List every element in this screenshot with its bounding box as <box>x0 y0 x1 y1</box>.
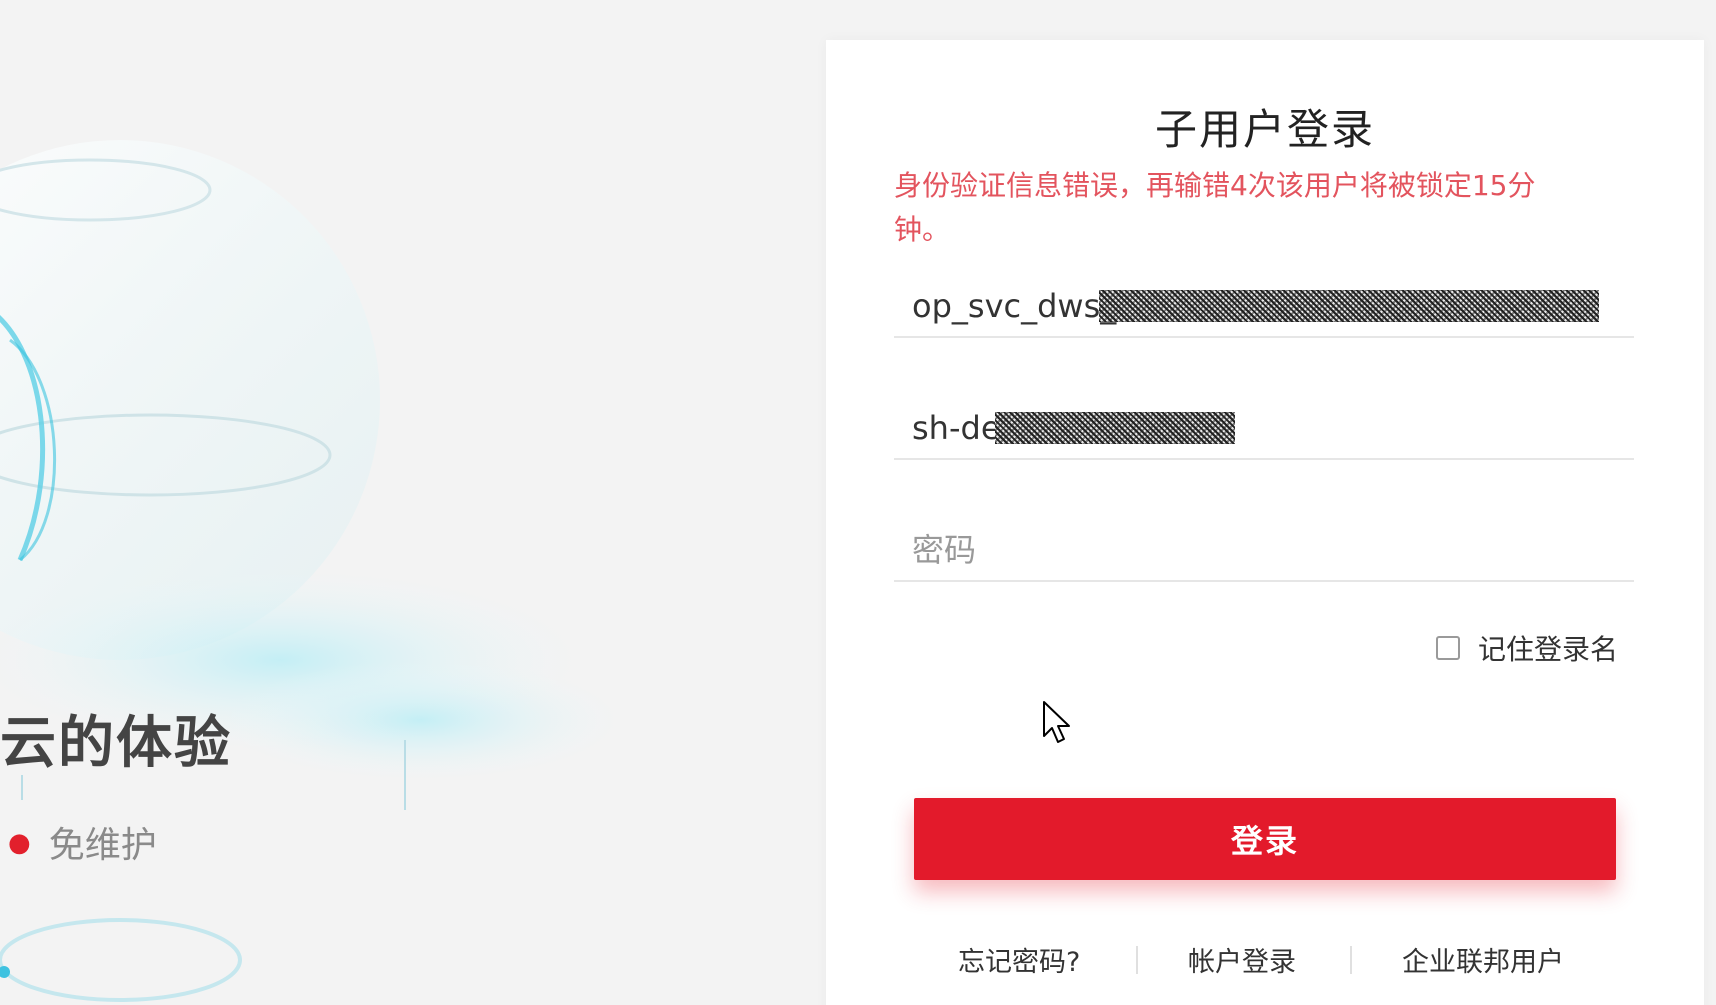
remember-checkbox[interactable] <box>1435 636 1460 660</box>
username-field <box>894 276 1634 338</box>
redaction-mask <box>995 412 1235 444</box>
link-divider <box>1136 946 1138 974</box>
redaction-mask <box>1099 290 1599 322</box>
hero-feature-label: 免维护 <box>48 825 157 866</box>
login-button[interactable]: 登录 <box>914 798 1616 880</box>
forgot-password-link[interactable]: 忘记密码? <box>958 940 1080 979</box>
domain-field <box>894 398 1634 460</box>
bullet-icon: ● <box>8 828 31 858</box>
password-input[interactable] <box>912 520 1612 580</box>
link-divider <box>1350 946 1352 974</box>
hero-feature-item: ● 免维护 <box>8 816 157 868</box>
login-title: 子用户登录 <box>1154 105 1375 154</box>
hero-title: 云的体验 <box>0 711 232 776</box>
account-login-link[interactable]: 帐户登录 <box>1188 940 1296 979</box>
federated-user-link[interactable]: 企业联邦用户 <box>1402 940 1564 979</box>
mouse-pointer-icon <box>1043 701 1070 743</box>
bottom-links: 忘记密码? 帐户登录 企业联邦用户 <box>826 940 1704 980</box>
password-field <box>894 520 1634 582</box>
login-card: 子用户登录 身份验证信息错误，再输错4次该用户将被锁定15分钟。 记住登录名 登… <box>826 40 1704 1005</box>
remember-login-option[interactable]: 记住登录名 <box>1435 628 1618 668</box>
login-page: 云的体验 ● 免维护 子用户登录 身份验证信息错误，再输错4次该用户将被锁定15分… <box>0 0 1716 1005</box>
error-message: 身份验证信息错误，再输错4次该用户将被锁定15分钟。 <box>894 169 1536 246</box>
remember-label: 记住登录名 <box>1477 633 1618 666</box>
